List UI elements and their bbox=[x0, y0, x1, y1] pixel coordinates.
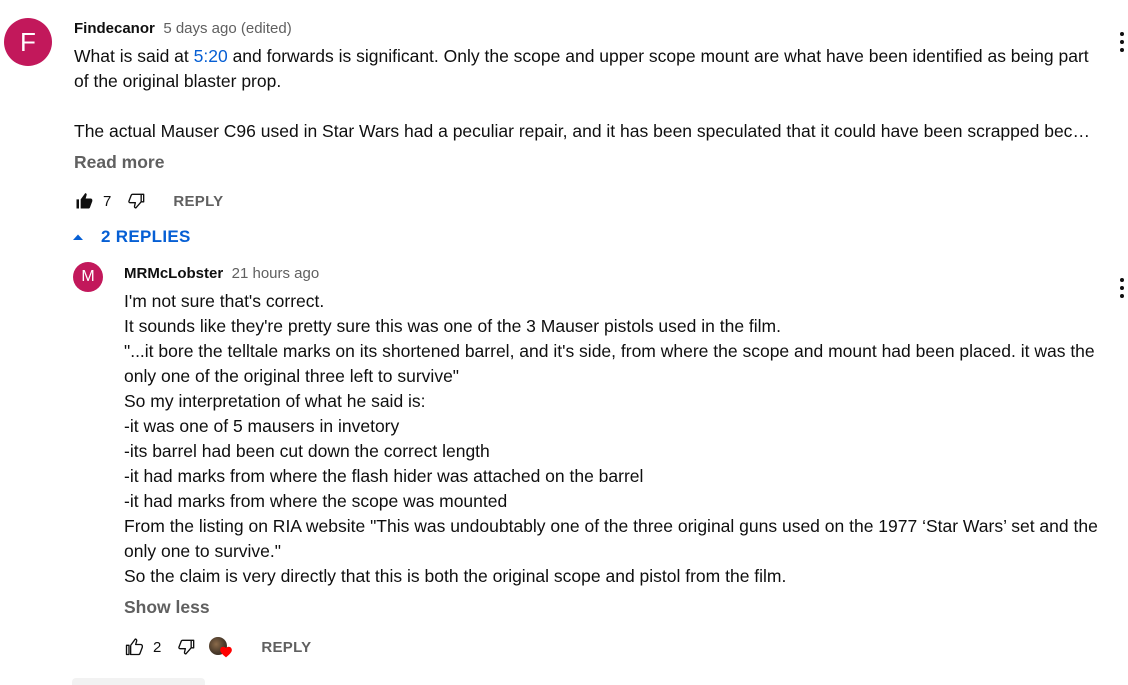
dislike-icon[interactable] bbox=[127, 191, 147, 211]
reply-line: I'm not sure that's correct. bbox=[124, 291, 325, 311]
next-item-edge bbox=[72, 678, 205, 685]
replies-count-label: 2 REPLIES bbox=[101, 227, 191, 246]
reply-avatar[interactable]: M bbox=[73, 262, 103, 292]
avatar[interactable]: F bbox=[4, 18, 52, 66]
reply-line: So my interpretation of what he said is: bbox=[124, 391, 426, 411]
show-less-button[interactable]: Show less bbox=[124, 595, 210, 620]
reply-line: -it was one of 5 mausers in invetory bbox=[124, 416, 400, 436]
reply-line: So the claim is very directly that this … bbox=[124, 566, 787, 586]
comment-header: Findecanor 5 days ago (edited) bbox=[74, 19, 292, 39]
comment-paragraph: The actual Mauser C96 used in Star Wars … bbox=[74, 121, 1098, 141]
reply-line: -it had marks from where the scope was m… bbox=[124, 491, 508, 511]
reply-line: -its barrel had been cut down the correc… bbox=[124, 441, 490, 461]
caret-up-icon bbox=[73, 234, 83, 240]
like-filled-icon[interactable] bbox=[74, 191, 94, 211]
replies-toggle-button[interactable]: 2 REPLIES bbox=[72, 226, 191, 248]
comment-text: What is said at bbox=[74, 46, 194, 66]
comment-paragraph: What is said at 5:20 and forwards is sig… bbox=[74, 44, 1104, 94]
read-more-button[interactable]: Read more bbox=[74, 150, 164, 175]
creator-heart-badge[interactable] bbox=[209, 635, 233, 659]
like-count: 7 bbox=[103, 192, 112, 210]
reply-line: From the listing on RIA website "This wa… bbox=[124, 516, 1098, 561]
reply-line: -it had marks from where the flash hider… bbox=[124, 466, 644, 486]
comment-timestamp[interactable]: 5 days ago (edited) bbox=[163, 20, 291, 37]
reply-button[interactable]: REPLY bbox=[261, 639, 311, 656]
reply-more-actions-icon[interactable] bbox=[1118, 277, 1126, 299]
reply-button[interactable]: REPLY bbox=[173, 193, 223, 210]
reply-body: I'm not sure that's correct. It sounds l… bbox=[124, 289, 1104, 589]
reply-actions: 2 REPLY bbox=[124, 634, 311, 660]
reply-header: MRMcLobster 21 hours ago bbox=[124, 264, 319, 284]
reply-timestamp[interactable]: 21 hours ago bbox=[232, 265, 320, 282]
like-icon[interactable] bbox=[124, 637, 144, 657]
timestamp-link[interactable]: 5:20 bbox=[194, 46, 228, 66]
more-actions-icon[interactable] bbox=[1118, 31, 1126, 53]
heart-icon bbox=[220, 646, 233, 658]
reply-author[interactable]: MRMcLobster bbox=[124, 265, 223, 282]
reply-line: It sounds like they're pretty sure this … bbox=[124, 316, 781, 336]
reply-line: "...it bore the telltale marks on its sh… bbox=[124, 341, 1095, 386]
like-count: 2 bbox=[153, 638, 162, 656]
comment-author[interactable]: Findecanor bbox=[74, 20, 155, 37]
dislike-icon[interactable] bbox=[177, 637, 197, 657]
comment-body: What is said at 5:20 and forwards is sig… bbox=[74, 44, 1104, 144]
comment-actions: 7 REPLY bbox=[74, 188, 223, 214]
